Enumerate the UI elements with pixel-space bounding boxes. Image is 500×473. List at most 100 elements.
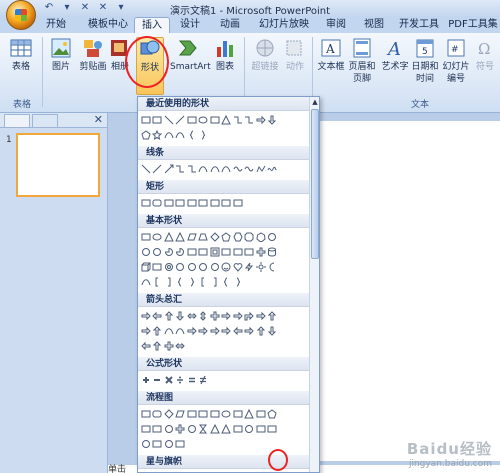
heart-icon[interactable]: [232, 260, 243, 273]
circle-icon[interactable]: [209, 260, 220, 273]
ellipse-icon[interactable]: [221, 407, 232, 420]
slide-thumbnail[interactable]: [16, 133, 100, 197]
pentagon-icon[interactable]: [221, 230, 232, 243]
pie-icon[interactable]: [163, 245, 174, 258]
rect-icon[interactable]: [232, 422, 243, 435]
tab-insert[interactable]: 插入: [134, 17, 170, 33]
table-button[interactable]: 表格: [6, 37, 36, 73]
datetime-button[interactable]: 5 日期和 时间: [410, 37, 440, 85]
tab-template-center[interactable]: 模板中心: [80, 17, 136, 33]
round-rect-icon[interactable]: [152, 407, 163, 420]
cylinder-icon[interactable]: [267, 245, 278, 258]
curve-icon[interactable]: [140, 275, 151, 288]
circle-icon[interactable]: [186, 422, 197, 435]
smartart-button[interactable]: SmartArt: [170, 37, 211, 73]
tab-view[interactable]: 视图: [356, 17, 392, 33]
tab-outline[interactable]: [32, 114, 58, 127]
brace-r-icon[interactable]: [198, 128, 209, 141]
arrow-left-icon[interactable]: [140, 339, 151, 352]
ellipse-icon[interactable]: [198, 113, 209, 126]
clipart-button[interactable]: 剪贴画: [76, 37, 110, 73]
rect-icon[interactable]: [152, 113, 163, 126]
rect-icon[interactable]: [209, 407, 220, 420]
tab-review[interactable]: 审阅: [318, 17, 354, 33]
moon-icon[interactable]: [267, 260, 278, 273]
cross-icon[interactable]: [255, 245, 266, 258]
rect-icon[interactable]: [255, 422, 266, 435]
album-button[interactable]: 相册: [108, 37, 132, 73]
arrow-right-icon[interactable]: [232, 309, 243, 322]
scrollbar[interactable]: ▲: [309, 97, 319, 472]
tab-developer[interactable]: 开发工具: [394, 17, 444, 33]
arrow-ur-icon[interactable]: [244, 309, 255, 322]
tab-slides[interactable]: [4, 114, 30, 127]
arrow-right-icon[interactable]: [209, 324, 220, 337]
rect-icon[interactable]: [255, 407, 266, 420]
triangle-icon[interactable]: [221, 422, 232, 435]
squiggle-icon[interactable]: [244, 162, 255, 175]
office-button[interactable]: [6, 0, 36, 30]
tab-design[interactable]: 设计: [172, 17, 208, 33]
round-rect-icon[interactable]: [152, 196, 163, 209]
arrow-right-icon[interactable]: [221, 309, 232, 322]
octagon-icon[interactable]: [244, 230, 255, 243]
arrow-up-icon[interactable]: [152, 339, 163, 352]
circle-icon[interactable]: [140, 437, 151, 450]
rect-icon[interactable]: [152, 260, 163, 273]
bolt-icon[interactable]: [244, 260, 255, 273]
chart-button[interactable]: 图表: [212, 37, 238, 73]
picture-button[interactable]: 图片: [46, 37, 76, 73]
bracket-r-icon[interactable]: [209, 275, 220, 288]
rect-icon[interactable]: [209, 196, 220, 209]
arrow-down-icon[interactable]: [267, 324, 278, 337]
brace-r-icon[interactable]: [232, 275, 243, 288]
heptagon-icon[interactable]: [255, 230, 266, 243]
triangle-icon[interactable]: [244, 407, 255, 420]
triangle-icon[interactable]: [175, 230, 186, 243]
curve-icon[interactable]: [175, 324, 186, 337]
arrow-right-icon[interactable]: [140, 309, 151, 322]
bracket-l-icon[interactable]: [198, 275, 209, 288]
rect-icon[interactable]: [232, 196, 243, 209]
shapes-button[interactable]: 形状: [136, 37, 164, 95]
times-icon[interactable]: [163, 373, 174, 386]
divide-icon[interactable]: [175, 373, 186, 386]
tab-slideshow[interactable]: 幻灯片放映: [252, 17, 316, 33]
arrow-right-icon[interactable]: [221, 324, 232, 337]
triangle-icon[interactable]: [209, 422, 220, 435]
rect-icon[interactable]: [175, 437, 186, 450]
elbow-icon[interactable]: [244, 113, 255, 126]
brace-l-icon[interactable]: [221, 275, 232, 288]
arrow-lr-icon[interactable]: [175, 339, 186, 352]
ellipse-icon[interactable]: [152, 230, 163, 243]
rect-icon[interactable]: [244, 245, 255, 258]
bracket-l-icon[interactable]: [152, 275, 163, 288]
elbow-icon[interactable]: [186, 162, 197, 175]
elbow-icon[interactable]: [232, 113, 243, 126]
trapezoid-icon[interactable]: [198, 230, 209, 243]
circle-icon[interactable]: [244, 422, 255, 435]
circle-icon[interactable]: [186, 260, 197, 273]
pentagon-icon[interactable]: [267, 407, 278, 420]
wordart-button[interactable]: A 艺术字: [380, 37, 410, 73]
arrow-right-icon[interactable]: [186, 324, 197, 337]
curve-icon[interactable]: [198, 162, 209, 175]
arrow-down-icon[interactable]: [175, 309, 186, 322]
tab-pdf-tools[interactable]: PDF工具集: [446, 17, 500, 33]
tab-animation[interactable]: 动画: [212, 17, 248, 33]
circle-icon[interactable]: [152, 245, 163, 258]
parallelogram-icon[interactable]: [175, 407, 186, 420]
action-button[interactable]: 动作: [282, 37, 308, 73]
rect-icon[interactable]: [175, 196, 186, 209]
triangle-icon[interactable]: [163, 230, 174, 243]
arrow-ud-icon[interactable]: [198, 309, 209, 322]
curve-icon[interactable]: [163, 324, 174, 337]
arrow-right-icon[interactable]: [255, 309, 266, 322]
ring-icon[interactable]: [163, 260, 174, 273]
rect-icon[interactable]: [267, 422, 278, 435]
brace-l-icon[interactable]: [186, 128, 197, 141]
rect-icon[interactable]: [140, 422, 151, 435]
arrow-up-icon[interactable]: [152, 324, 163, 337]
rect-icon[interactable]: [232, 245, 243, 258]
rect-icon[interactable]: [198, 196, 209, 209]
